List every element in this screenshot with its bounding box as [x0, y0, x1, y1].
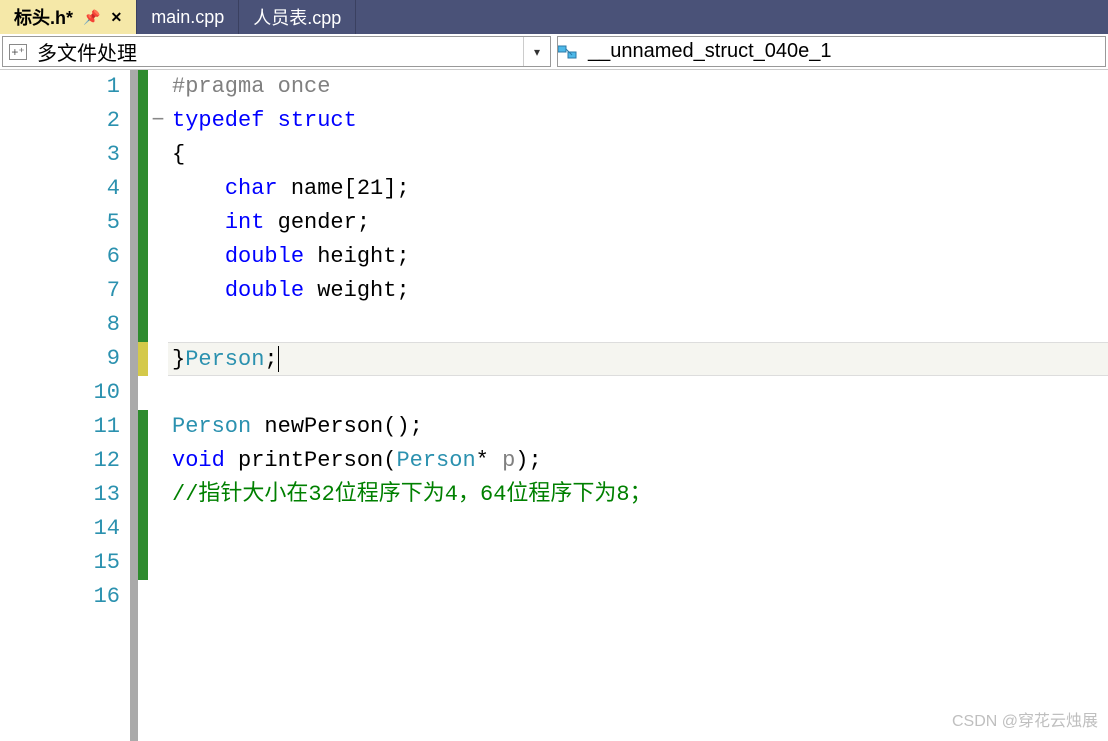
pin-icon[interactable]: 📌 — [83, 9, 100, 26]
change-mark — [138, 274, 148, 308]
fold-empty — [148, 240, 168, 274]
change-indicator-bar — [138, 70, 148, 741]
code-line[interactable] — [168, 308, 1108, 342]
text-cursor — [278, 346, 279, 372]
fold-empty — [148, 274, 168, 308]
code-line[interactable]: { — [168, 138, 1108, 172]
fold-empty — [148, 478, 168, 512]
tab-file-active[interactable]: 标头.h* 📌 ✕ — [0, 0, 137, 34]
code-line[interactable]: double height; — [168, 240, 1108, 274]
code-line[interactable]: void printPerson(Person* p); — [168, 444, 1108, 478]
change-mark — [138, 546, 148, 580]
tab-file[interactable]: main.cpp — [137, 0, 239, 34]
fold-empty — [148, 546, 168, 580]
close-icon[interactable]: ✕ — [110, 9, 122, 26]
fold-empty — [148, 376, 168, 410]
tab-bar: 标头.h* 📌 ✕ main.cpp 人员表.cpp — [0, 0, 1108, 34]
line-number: 7 — [0, 274, 120, 308]
code-line[interactable] — [168, 580, 1108, 614]
member-text: __unnamed_struct_040e_1 — [584, 40, 1105, 63]
line-number: 3 — [0, 138, 120, 172]
line-number: 15 — [0, 546, 120, 580]
code-line[interactable] — [168, 376, 1108, 410]
fold-empty — [148, 512, 168, 546]
line-number: 11 — [0, 410, 120, 444]
line-number: 14 — [0, 512, 120, 546]
code-line[interactable]: typedef struct — [168, 104, 1108, 138]
line-number: 6 — [0, 240, 120, 274]
code-line[interactable]: Person newPerson(); — [168, 410, 1108, 444]
change-mark — [138, 138, 148, 172]
change-mark — [138, 444, 148, 478]
code-line[interactable]: }Person; — [168, 342, 1108, 376]
change-mark — [138, 512, 148, 546]
line-number: 10 — [0, 376, 120, 410]
line-number: 8 — [0, 308, 120, 342]
fold-empty — [148, 206, 168, 240]
line-number: 4 — [0, 172, 120, 206]
fold-empty — [148, 580, 168, 614]
change-mark — [138, 104, 148, 138]
member-dropdown[interactable]: __unnamed_struct_040e_1 — [557, 36, 1106, 67]
fold-gutter[interactable]: − — [148, 70, 168, 741]
code-area[interactable]: #pragma oncetypedef struct{ char name[21… — [168, 70, 1108, 741]
change-mark — [138, 240, 148, 274]
fold-empty — [148, 444, 168, 478]
chevron-down-icon[interactable]: ▾ — [523, 37, 550, 66]
fold-empty — [148, 308, 168, 342]
fold-toggle-icon[interactable]: − — [148, 104, 168, 138]
change-mark — [138, 206, 148, 240]
code-line[interactable]: char name[21]; — [168, 172, 1108, 206]
code-line[interactable]: int gender; — [168, 206, 1108, 240]
fold-empty — [148, 342, 168, 376]
line-number-gutter: 12345678910111213141516 — [0, 70, 130, 741]
margin-strip — [130, 70, 138, 741]
line-number: 2 — [0, 104, 120, 138]
code-line[interactable]: double weight; — [168, 274, 1108, 308]
line-number: 13 — [0, 478, 120, 512]
line-number: 9 — [0, 342, 120, 376]
tab-label: 人员表.cpp — [253, 4, 341, 30]
change-mark — [138, 478, 148, 512]
scope-dropdown[interactable]: +⁺ 多文件处理 ▾ — [2, 36, 551, 67]
tab-label: main.cpp — [151, 7, 224, 28]
fold-empty — [148, 410, 168, 444]
change-mark — [138, 580, 148, 614]
watermark-text: CSDN @穿花云烛展 — [952, 707, 1098, 731]
struct-icon — [558, 44, 578, 60]
line-number: 12 — [0, 444, 120, 478]
code-line[interactable]: //指针大小在32位程序下为4，64位程序下为8； — [168, 478, 1108, 512]
scope-text: 多文件处理 — [33, 37, 523, 66]
line-number: 16 — [0, 580, 120, 614]
change-mark — [138, 410, 148, 444]
change-mark — [138, 376, 148, 410]
code-line[interactable] — [168, 546, 1108, 580]
change-mark — [138, 308, 148, 342]
tab-label: 标头.h* — [14, 4, 73, 30]
line-number: 1 — [0, 70, 120, 104]
fold-empty — [148, 172, 168, 206]
line-number: 5 — [0, 206, 120, 240]
change-mark — [138, 342, 148, 376]
change-mark — [138, 70, 148, 104]
navigation-bar: +⁺ 多文件处理 ▾ __unnamed_struct_040e_1 — [0, 34, 1108, 70]
code-line[interactable]: #pragma once — [168, 70, 1108, 104]
project-icon: +⁺ — [9, 44, 27, 60]
code-editor[interactable]: 12345678910111213141516 − #pragma oncety… — [0, 70, 1108, 741]
fold-empty — [148, 70, 168, 104]
change-mark — [138, 172, 148, 206]
tab-file[interactable]: 人员表.cpp — [239, 0, 356, 34]
code-line[interactable] — [168, 512, 1108, 546]
fold-empty — [148, 138, 168, 172]
